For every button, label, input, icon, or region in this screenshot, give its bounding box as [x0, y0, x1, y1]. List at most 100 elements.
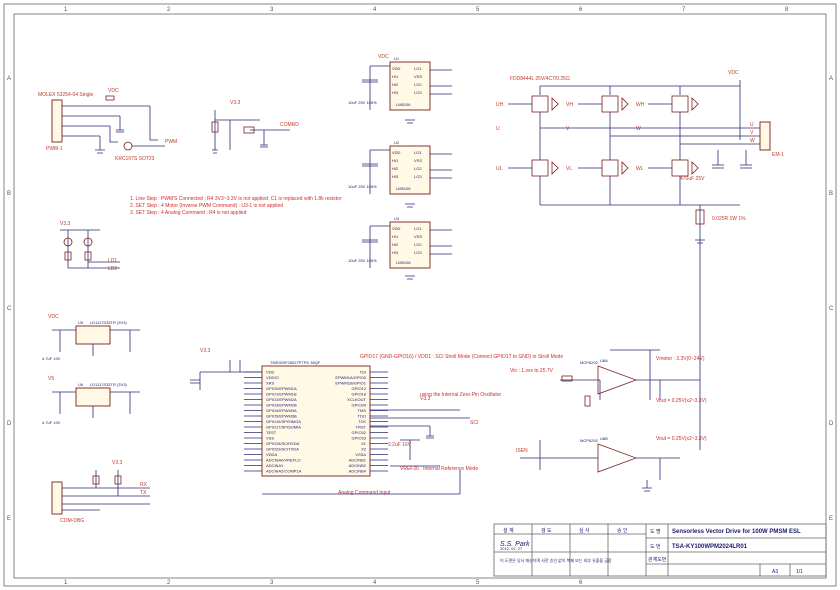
- regulator-cap: 4.7uF 10V: [42, 420, 61, 425]
- v33-label: V3.3: [60, 221, 71, 227]
- ic-pin: VDD: [392, 66, 401, 71]
- mcu-pin-label: X2: [361, 447, 367, 452]
- mcu-pin-label: XCLKOUT: [347, 397, 366, 402]
- mcu-name: TMS320F28027PTPK 38QF: [270, 360, 321, 365]
- header-cell: 설 계: [503, 527, 514, 534]
- ic-pin: HI2: [392, 82, 399, 87]
- sense-net: ISEN: [516, 448, 528, 454]
- regulator-u6: [75, 387, 111, 407]
- v33-label: V3.3: [420, 396, 431, 402]
- row-marker: B: [7, 191, 11, 197]
- ic-pin: LO1: [414, 226, 422, 231]
- ic-ref: U3: [394, 216, 400, 221]
- wire: [132, 106, 165, 147]
- ic-pin: VDD: [392, 226, 401, 231]
- pwm-header-name: MOLEX 53254-04 Single: [38, 92, 94, 98]
- ic-pin: HI1: [392, 158, 399, 163]
- ic-ref: U1: [394, 56, 400, 61]
- bridge-part: FDD8444L 25V/4C7/0.25Ω: [510, 76, 570, 82]
- mcu-pin-label: VSS: [266, 436, 274, 441]
- led-net: LD1: [108, 258, 117, 264]
- mcu-pin-label: GPIO29/SCITXDA: [266, 447, 299, 452]
- row-marker: E: [829, 516, 833, 522]
- mcu-power-wires: [199, 360, 262, 390]
- col-marker: 6: [579, 580, 583, 586]
- mcu-pin-label: TEST: [266, 430, 277, 435]
- filter-wires: [214, 110, 290, 150]
- ic-pin: VSS: [414, 158, 422, 163]
- regulator-name: LD1117S33TR (3V3): [90, 382, 127, 387]
- header-cell: 검 도: [541, 527, 552, 534]
- pwm-header-wires: [62, 105, 150, 137]
- mosfet-bridge-section: FDD8444L 25V/4C7/0.25Ω VDC UH VH WH U V …: [496, 70, 784, 244]
- led-net: LD2: [108, 266, 117, 272]
- opamp-u8a: [597, 365, 638, 395]
- com-header-ref: COM-DBG: [60, 518, 84, 524]
- col-marker: 3: [270, 7, 274, 13]
- capacitor: [260, 130, 268, 148]
- row-marker: D: [7, 421, 12, 427]
- ground-symbol: [405, 119, 415, 124]
- regulator-ref: U6: [78, 382, 84, 387]
- ic-pin: HI3: [392, 174, 399, 179]
- mcu-pin-label: TDI: [360, 370, 366, 375]
- col-marker: 2: [167, 580, 171, 586]
- ic-pin: HI3: [392, 250, 399, 255]
- col-marker: 4: [373, 7, 377, 13]
- mcu-pin-label: GPIO5/EPWM3B: [266, 414, 297, 419]
- col-marker: 7: [682, 7, 686, 13]
- row-marker: C: [7, 306, 12, 312]
- num-label: 도 번: [650, 543, 661, 550]
- opamp-name: MCP6292: [580, 438, 599, 443]
- ic-pin: LO3: [414, 174, 422, 179]
- mcu-pin-label: GPIO3/EPWM2B: [266, 403, 297, 408]
- regulator-cap: 4.7uF 10V: [42, 356, 61, 361]
- input-filter-section: COMRD V3.3: [211, 100, 299, 154]
- mcu-pin-label: GPIO0/EPWM1A: [266, 386, 297, 391]
- mcu-left-pins: VDDVDDIOXRSGPIO0/EPWM1AGPIO1/EPWM1BGPIO2…: [244, 370, 302, 474]
- mosfet-vh: [601, 95, 619, 113]
- ic-pin: HI1: [392, 74, 399, 79]
- mcu-pin-label: TMS: [358, 408, 367, 413]
- opamp-name: MCP6292: [580, 360, 599, 365]
- mosfet-wh: [671, 95, 689, 113]
- phase-net: U: [496, 126, 500, 132]
- oscillator-note: using the Internal Zero-Pin Oscillator: [420, 392, 501, 398]
- opamp-ref: U8A: [600, 358, 608, 363]
- col-marker: 5: [476, 7, 480, 13]
- body-diodes: [551, 97, 699, 111]
- col-marker: 6: [579, 7, 583, 13]
- vdc-label: VDC: [378, 54, 389, 60]
- mcu-pin-label: TCK: [358, 419, 366, 424]
- com-net: RX: [140, 482, 148, 488]
- ground-symbol: [405, 275, 415, 280]
- gate-driver-u2: U2 VDD HI1 HI2 HI3 LO1 VSS LO2 LO3 LM510…: [348, 140, 452, 208]
- mcu-pin-label: EPWM1A/GPIO0: [335, 375, 366, 380]
- vref-cap: 2.2uF 16V: [388, 442, 412, 448]
- regulator-name: LD1117S33TR (3V3): [90, 320, 127, 325]
- mosfet-uh: [531, 95, 549, 113]
- doc-label: 도 명: [650, 528, 661, 535]
- gate-driver-u1: VDC U1 VDD HI1 HI2 HI3 LO1 VSS LO2 LO3 L…: [348, 54, 452, 124]
- ref-label: 관계도번: [648, 556, 667, 563]
- transistor-q1: [123, 141, 133, 151]
- com-section: V3.3 COM-DBG RX TX: [51, 460, 150, 524]
- phase-net: V: [566, 126, 570, 132]
- sense-wires: [560, 349, 660, 400]
- mcu-pin-label: ADCINB2: [349, 463, 367, 468]
- vdc-label: VDC: [48, 314, 59, 320]
- motor-header-ref: EM-1: [772, 152, 784, 158]
- note-line: 1. Line Step : PWM'S Connected : R4 3V3~…: [130, 196, 342, 202]
- mcu-pin-label: GPIO1/EPWM1B: [266, 392, 297, 397]
- col-marker: 3: [270, 580, 274, 586]
- mosfet-wl: [671, 159, 689, 177]
- transistor-part: KRC107S SOT23: [115, 156, 155, 162]
- pwm-signal-label: PWM: [165, 139, 177, 145]
- amp-note: Vout = 0.25V(x2~3.3V): [656, 398, 707, 404]
- header-cell: 승 인: [617, 527, 628, 534]
- opamp-output: [636, 379, 680, 400]
- capacitor: [426, 426, 434, 439]
- current-sense-section: Vin : 1.xxx to 25.7V MCP6292 U8A Vmotor …: [510, 240, 707, 492]
- ic-pin: LO3: [414, 250, 422, 255]
- doc-number: TSA-KY100WPM2024LR01: [672, 544, 748, 550]
